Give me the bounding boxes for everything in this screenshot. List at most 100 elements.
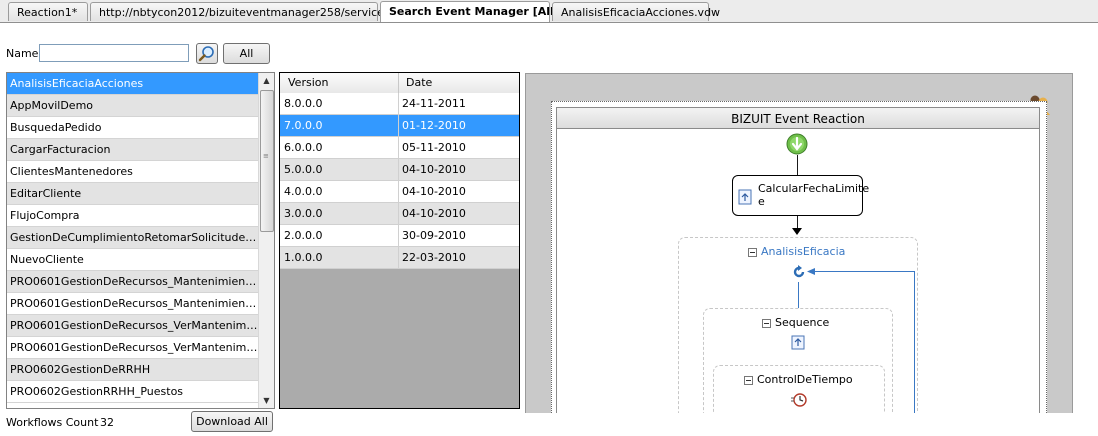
version-row[interactable]: 1.0.0.0 22-03-2010	[280, 247, 519, 269]
activity-calcular-fecha-limite[interactable]: CalcularFechaLimite e	[732, 175, 869, 216]
version-row[interactable]: 3.0.0.0 04-10-2010	[280, 203, 519, 225]
workflow-list-scrollbar[interactable]: ▲ ≡ ▼	[258, 73, 274, 408]
tab-label: Reaction1*	[17, 6, 78, 19]
workflow-list-item[interactable]: PRO0602GestionDeRRHH	[7, 359, 258, 381]
version-row[interactable]: 4.0.0.0 04-10-2010	[280, 181, 519, 203]
workflow-list-item[interactable]: PRO0602GestionRRHH_Puestos	[7, 381, 258, 403]
loop-icon	[793, 265, 805, 278]
date-cell: 05-11-2010	[402, 141, 466, 154]
scroll-down-icon[interactable]: ▼	[259, 393, 274, 408]
column-divider[interactable]	[398, 73, 399, 93]
version-row[interactable]: 5.0.0.0 04-10-2010	[280, 159, 519, 181]
cell-divider	[398, 181, 399, 202]
date-cell: 04-10-2010	[402, 185, 466, 198]
workflow-list-item[interactable]: PRO0601GestionDeRecursos_VerMantenimient…	[7, 337, 258, 359]
download-all-label: Download All	[196, 415, 268, 428]
workflow-list[interactable]: AnalisisEficaciaAcciones AppMovilDemo Busq…	[6, 72, 275, 409]
tab-search-event-manager[interactable]: Search Event Manager [All]	[380, 1, 559, 22]
workflow-designer[interactable]: BIZUIT Event Reaction CalcularFechaLimit…	[525, 73, 1073, 413]
workflows-count-label: Workflows Count	[6, 416, 99, 429]
workflows-count-value: 32	[100, 416, 114, 429]
date-cell: 04-10-2010	[402, 207, 466, 220]
version-cell: 7.0.0.0	[284, 119, 323, 132]
name-search-input[interactable]	[39, 44, 189, 62]
start-arrow-icon	[786, 133, 808, 155]
cell-divider	[398, 115, 399, 136]
tab-reaction1[interactable]: Reaction1*	[8, 2, 88, 21]
date-cell: 24-11-2011	[402, 97, 466, 110]
collapse-toggle-icon[interactable]	[744, 375, 753, 385]
code-activity-icon	[738, 189, 752, 205]
workflow-list-item[interactable]: GestionDeCumplimientoRetomarSolicitudesN…	[7, 227, 258, 249]
workflow-list-item[interactable]: AppMovilDemo	[7, 95, 258, 117]
cell-divider	[398, 247, 399, 268]
loop-connector-line	[798, 282, 799, 308]
version-cell: 6.0.0.0	[284, 141, 323, 154]
collapse-toggle-icon[interactable]	[762, 318, 771, 328]
loop-back-line	[914, 271, 915, 413]
workflow-list-item[interactable]: PRO0601GestionDeRecursos_VerMantenimient…	[7, 315, 258, 337]
sequence-icon	[791, 335, 805, 350]
scroll-up-icon[interactable]: ▲	[259, 73, 274, 88]
workflow-list-item[interactable]: NuevoCliente	[7, 249, 258, 271]
workflow-list-item[interactable]: AnalisisEficaciaAcciones	[7, 73, 258, 95]
version-cell: 3.0.0.0	[284, 207, 323, 220]
activity-name-wrap: e	[758, 195, 765, 208]
loop-back-arrow-icon	[807, 268, 815, 275]
workflow-list-item[interactable]: FlujoCompra	[7, 205, 258, 227]
all-button-label: All	[239, 47, 254, 60]
version-row[interactable]: 6.0.0.0 05-11-2010	[280, 137, 519, 159]
while-activity-label: AnalisisEficacia	[761, 245, 846, 258]
document-tab-strip: Reaction1* http://nbtycon2012/bizuiteven…	[0, 0, 1098, 23]
tab-label: AnalisisEficaciaAcciones.vdw	[561, 6, 721, 19]
designer-canvas[interactable]: BIZUIT Event Reaction CalcularFechaLimit…	[551, 101, 1047, 413]
collapse-toggle-icon[interactable]	[748, 247, 757, 257]
delay-activity-control-de-tiempo[interactable]: ControlDeTiempo	[713, 365, 885, 413]
tab-analisis-eficacia-vdw[interactable]: AnalisisEficaciaAcciones.vdw	[552, 2, 720, 21]
while-activity-title[interactable]: AnalisisEficacia	[748, 245, 845, 258]
workflow-list-item[interactable]: PRO0601GestionDeRecursos_MantenimientoRe…	[7, 271, 258, 293]
date-cell: 01-12-2010	[402, 119, 466, 132]
root-activity-title: BIZUIT Event Reaction	[556, 107, 1040, 129]
column-header-date[interactable]: Date	[406, 76, 432, 89]
workflow-list-item[interactable]: PRO0601GestionDeRecursos_MantenimientoRe…	[7, 293, 258, 315]
download-all-button[interactable]: Download All	[191, 411, 273, 432]
cell-divider	[398, 203, 399, 224]
versions-grid-header: Version Date	[280, 73, 519, 94]
date-cell: 04-10-2010	[402, 163, 466, 176]
magnifier-icon	[198, 46, 214, 62]
sequence-activity-label: Sequence	[775, 316, 830, 329]
version-row[interactable]: 8.0.0.0 24-11-2011	[280, 93, 519, 115]
name-label: Name	[6, 47, 39, 60]
column-header-version[interactable]: Version	[288, 76, 328, 89]
search-button[interactable]	[196, 43, 218, 64]
version-row[interactable]: 7.0.0.0 01-12-2010	[280, 115, 519, 137]
connector-arrow-icon	[792, 228, 802, 235]
while-activity-analisis-eficacia[interactable]: AnalisisEficacia Sequence ControlDeTiemp…	[678, 237, 918, 413]
cell-divider	[398, 93, 399, 114]
tab-service-url[interactable]: http://nbtycon2012/bizuiteventmanager258…	[90, 2, 406, 21]
version-cell: 8.0.0.0	[284, 97, 323, 110]
sequence-activity-title[interactable]: Sequence	[762, 316, 829, 329]
workflow-list-item[interactable]: EditarCliente	[7, 183, 258, 205]
connector-line	[797, 155, 798, 175]
root-activity-body[interactable]: CalcularFechaLimite e AnalisisEficacia S…	[556, 129, 1040, 413]
version-cell: 5.0.0.0	[284, 163, 323, 176]
version-cell: 2.0.0.0	[284, 229, 323, 242]
cell-divider	[398, 225, 399, 246]
tab-label: Search Event Manager [All]	[389, 5, 559, 18]
scrollbar-grip-icon: ≡	[263, 152, 269, 160]
sequence-activity[interactable]: Sequence ControlDeTiempo	[703, 308, 893, 413]
workflow-list-item[interactable]: ClientesMantenedores	[7, 161, 258, 183]
cell-divider	[398, 159, 399, 180]
delay-activity-title[interactable]: ControlDeTiempo	[744, 373, 853, 386]
version-row[interactable]: 2.0.0.0 30-09-2010	[280, 225, 519, 247]
activity-name: CalcularFechaLimite	[758, 182, 870, 195]
all-button[interactable]: All	[223, 43, 270, 64]
version-cell: 1.0.0.0	[284, 251, 323, 264]
date-cell: 22-03-2010	[402, 251, 466, 264]
workflow-list-item[interactable]: BusquedaPedido	[7, 117, 258, 139]
versions-grid[interactable]: Version Date 8.0.0.0 24-11-2011 7.0.0.0 01-…	[279, 72, 520, 409]
cell-divider	[398, 137, 399, 158]
workflow-list-item[interactable]: CargarFacturacion	[7, 139, 258, 161]
